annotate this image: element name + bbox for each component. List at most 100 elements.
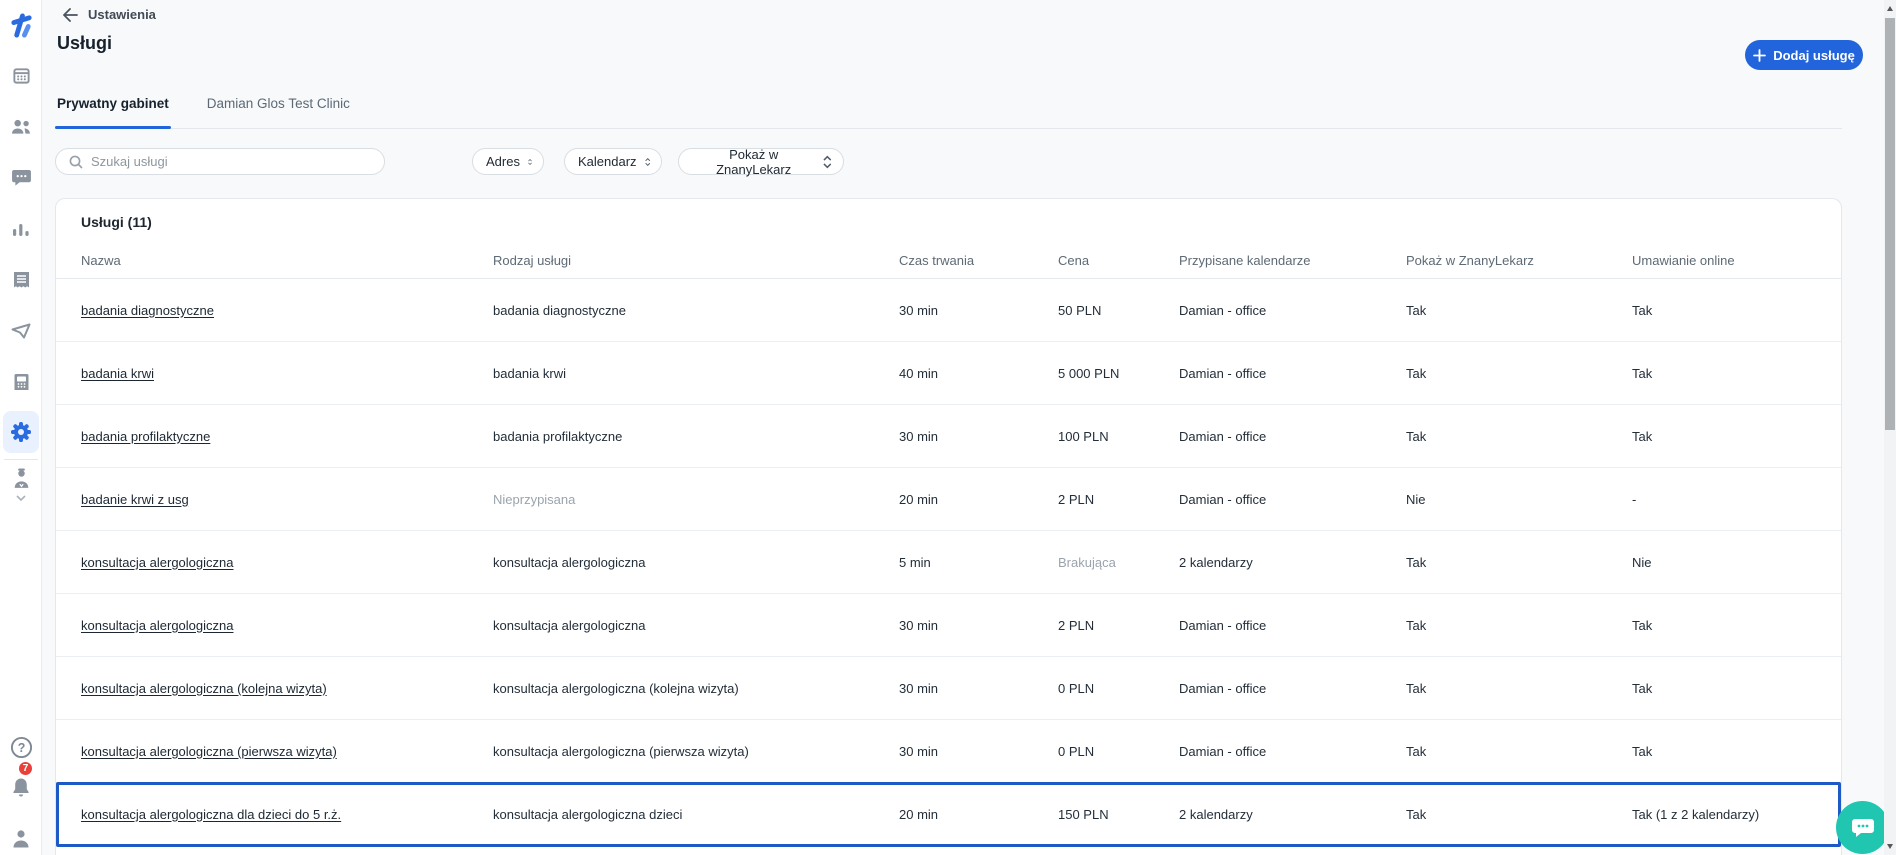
billing-icon: [13, 272, 29, 288]
table-row[interactable]: konsultacja alergologiczna konsultacja a…: [56, 531, 1841, 594]
table-row[interactable]: konsultacja alergologiczna konsultacja a…: [56, 594, 1841, 657]
add-service-button[interactable]: Dodaj usługę: [1745, 40, 1863, 70]
sidebar-item-terminal[interactable]: [0, 373, 42, 391]
calendars-cell: 2 kalendarzy: [1179, 806, 1253, 822]
sidebar-item-patients[interactable]: [0, 119, 42, 135]
scrollbar-down-arrow-icon[interactable]: [1886, 844, 1893, 849]
service-type-cell: badania diagnostyczne: [493, 302, 626, 318]
page-scrollbar[interactable]: [1884, 0, 1896, 855]
price-cell: 100 PLN: [1058, 428, 1109, 444]
table-row[interactable]: konsultacja alergologiczna (pierwsza wiz…: [56, 720, 1841, 783]
sort-chevrons-icon: [823, 155, 832, 168]
service-name-link[interactable]: konsultacja alergologiczna (kolejna wizy…: [81, 681, 327, 696]
terminal-icon: [14, 374, 28, 390]
sidebar-item-doctor-profile[interactable]: [0, 468, 42, 489]
notification-badge: 7: [17, 760, 34, 777]
tab-prywatny-gabinet[interactable]: Prywatny gabinet: [55, 96, 171, 129]
column-header-nazwa: Nazwa: [81, 253, 121, 268]
calendars-cell: Damian - office: [1179, 302, 1267, 318]
price-cell: 0 PLN: [1058, 680, 1095, 696]
filter-show-label: Pokaż w ZnanyLekarz: [716, 146, 792, 177]
docplanner-logo[interactable]: [0, 12, 42, 39]
sidebar-item-account[interactable]: [0, 829, 42, 848]
service-type-cell: konsultacja alergologiczna (kolejna wizy…: [493, 680, 739, 696]
sidebar-item-notifications[interactable]: [0, 777, 42, 798]
table-row[interactable]: badania profilaktyczne badania profilakt…: [56, 405, 1841, 468]
sidebar: ? 7: [0, 0, 42, 855]
price-cell: 5 000 PLN: [1058, 365, 1120, 381]
online-booking-cell: Tak: [1632, 617, 1653, 633]
table-row[interactable]: badania diagnostyczne badania diagnostyc…: [56, 279, 1841, 342]
show-in-znanylekarz-cell: Tak: [1406, 554, 1427, 570]
filter-address-dropdown[interactable]: Adres: [472, 148, 544, 175]
table-row[interactable]: konsultacja alergologiczna (kolejna wizy…: [56, 657, 1841, 720]
calendars-cell: 2 kalendarzy: [1179, 554, 1253, 570]
sidebar-item-campaigns[interactable]: [0, 323, 42, 339]
sort-chevrons-icon: [528, 158, 532, 165]
sidebar-item-help[interactable]: ?: [0, 736, 42, 759]
sort-chevrons-icon: [644, 157, 650, 166]
service-name-link[interactable]: konsultacja alergologiczna: [81, 555, 233, 570]
stats-icon: [13, 224, 29, 236]
send-icon: [11, 323, 31, 339]
tab-damian-glos-test-clinic[interactable]: Damian Glos Test Clinic: [207, 96, 350, 128]
filter-calendar-dropdown[interactable]: Kalendarz: [564, 148, 662, 175]
sidebar-item-calendar[interactable]: [0, 66, 42, 85]
service-name-link[interactable]: badania profilaktyczne: [81, 429, 210, 444]
service-type-cell: konsultacja alergologiczna dzieci: [493, 806, 683, 822]
search-icon: [69, 155, 83, 169]
plus-icon: [1753, 48, 1767, 62]
service-name-link[interactable]: konsultacja alergologiczna dla dzieci do…: [81, 807, 341, 822]
duration-cell: 30 min: [899, 680, 939, 696]
svg-text:?: ?: [17, 741, 25, 755]
service-name-link[interactable]: konsultacja alergologiczna (pierwsza wiz…: [81, 744, 337, 759]
column-header-umawianie-online: Umawianie online: [1632, 253, 1735, 268]
service-name-link[interactable]: badanie krwi z usg: [81, 492, 189, 507]
service-type-cell: konsultacja alergologiczna (pierwsza wiz…: [493, 743, 749, 759]
sidebar-item-statistics[interactable]: [0, 221, 42, 237]
column-header-czas-trwania: Czas trwania: [899, 253, 975, 268]
sidebar-item-messages[interactable]: [0, 169, 42, 186]
table-row[interactable]: konsultacja alergologiczna dla dzieci do…: [56, 782, 1841, 847]
show-in-znanylekarz-cell: Tak: [1406, 743, 1427, 759]
duration-cell: 40 min: [899, 365, 939, 381]
scrollbar-up-arrow-icon[interactable]: [1886, 6, 1893, 11]
back-navigation[interactable]: Ustawienia: [62, 7, 156, 22]
search-input[interactable]: [91, 154, 374, 169]
show-in-znanylekarz-cell: Nie: [1406, 491, 1426, 507]
duration-cell: 30 min: [899, 617, 939, 633]
back-label: Ustawienia: [88, 7, 156, 22]
online-booking-cell: Tak: [1632, 743, 1653, 759]
duration-cell: 30 min: [899, 302, 939, 318]
search-box: [55, 148, 385, 175]
service-name-link[interactable]: badania diagnostyczne: [81, 303, 214, 318]
column-header-pokaz-w-znanylekarz: Pokaż w ZnanyLekarz: [1406, 253, 1534, 268]
back-arrow-icon: [63, 7, 78, 22]
filter-show-in-znanylekarz-dropdown[interactable]: Pokaż w ZnanyLekarz: [678, 146, 844, 177]
service-name-link[interactable]: konsultacja alergologiczna: [81, 618, 233, 633]
sidebar-item-billing[interactable]: [0, 271, 42, 289]
table-row[interactable]: badanie krwi z usg Nieprzypisana 20 min …: [56, 468, 1841, 531]
online-booking-cell: Tak: [1632, 365, 1653, 381]
price-cell: 150 PLN: [1058, 806, 1109, 822]
price-cell: 2 PLN: [1058, 491, 1095, 507]
service-type-cell: Nieprzypisana: [493, 491, 576, 507]
bell-icon: [13, 778, 29, 797]
price-cell: 2 PLN: [1058, 617, 1095, 633]
filter-address-label: Adres: [486, 154, 520, 169]
patients-icon: [11, 119, 30, 134]
price-cell: 50 PLN: [1058, 302, 1102, 318]
gear-icon: [11, 422, 31, 442]
duration-cell: 30 min: [899, 428, 939, 444]
profile-switcher-chevron[interactable]: [0, 495, 42, 501]
sidebar-item-settings[interactable]: [0, 422, 42, 442]
add-service-label: Dodaj usługę: [1773, 47, 1855, 63]
scrollbar-thumb[interactable]: [1885, 18, 1895, 430]
price-cell: Brakująca: [1058, 554, 1116, 570]
online-booking-cell: Tak: [1632, 302, 1653, 318]
online-booking-cell: Tak: [1632, 428, 1653, 444]
service-name-link[interactable]: badania krwi: [81, 366, 154, 381]
table-row[interactable]: badania krwi badania krwi 40 min 5 000 P…: [56, 342, 1841, 405]
show-in-znanylekarz-cell: Tak: [1406, 428, 1427, 444]
chat-widget-button[interactable]: [1836, 801, 1889, 854]
